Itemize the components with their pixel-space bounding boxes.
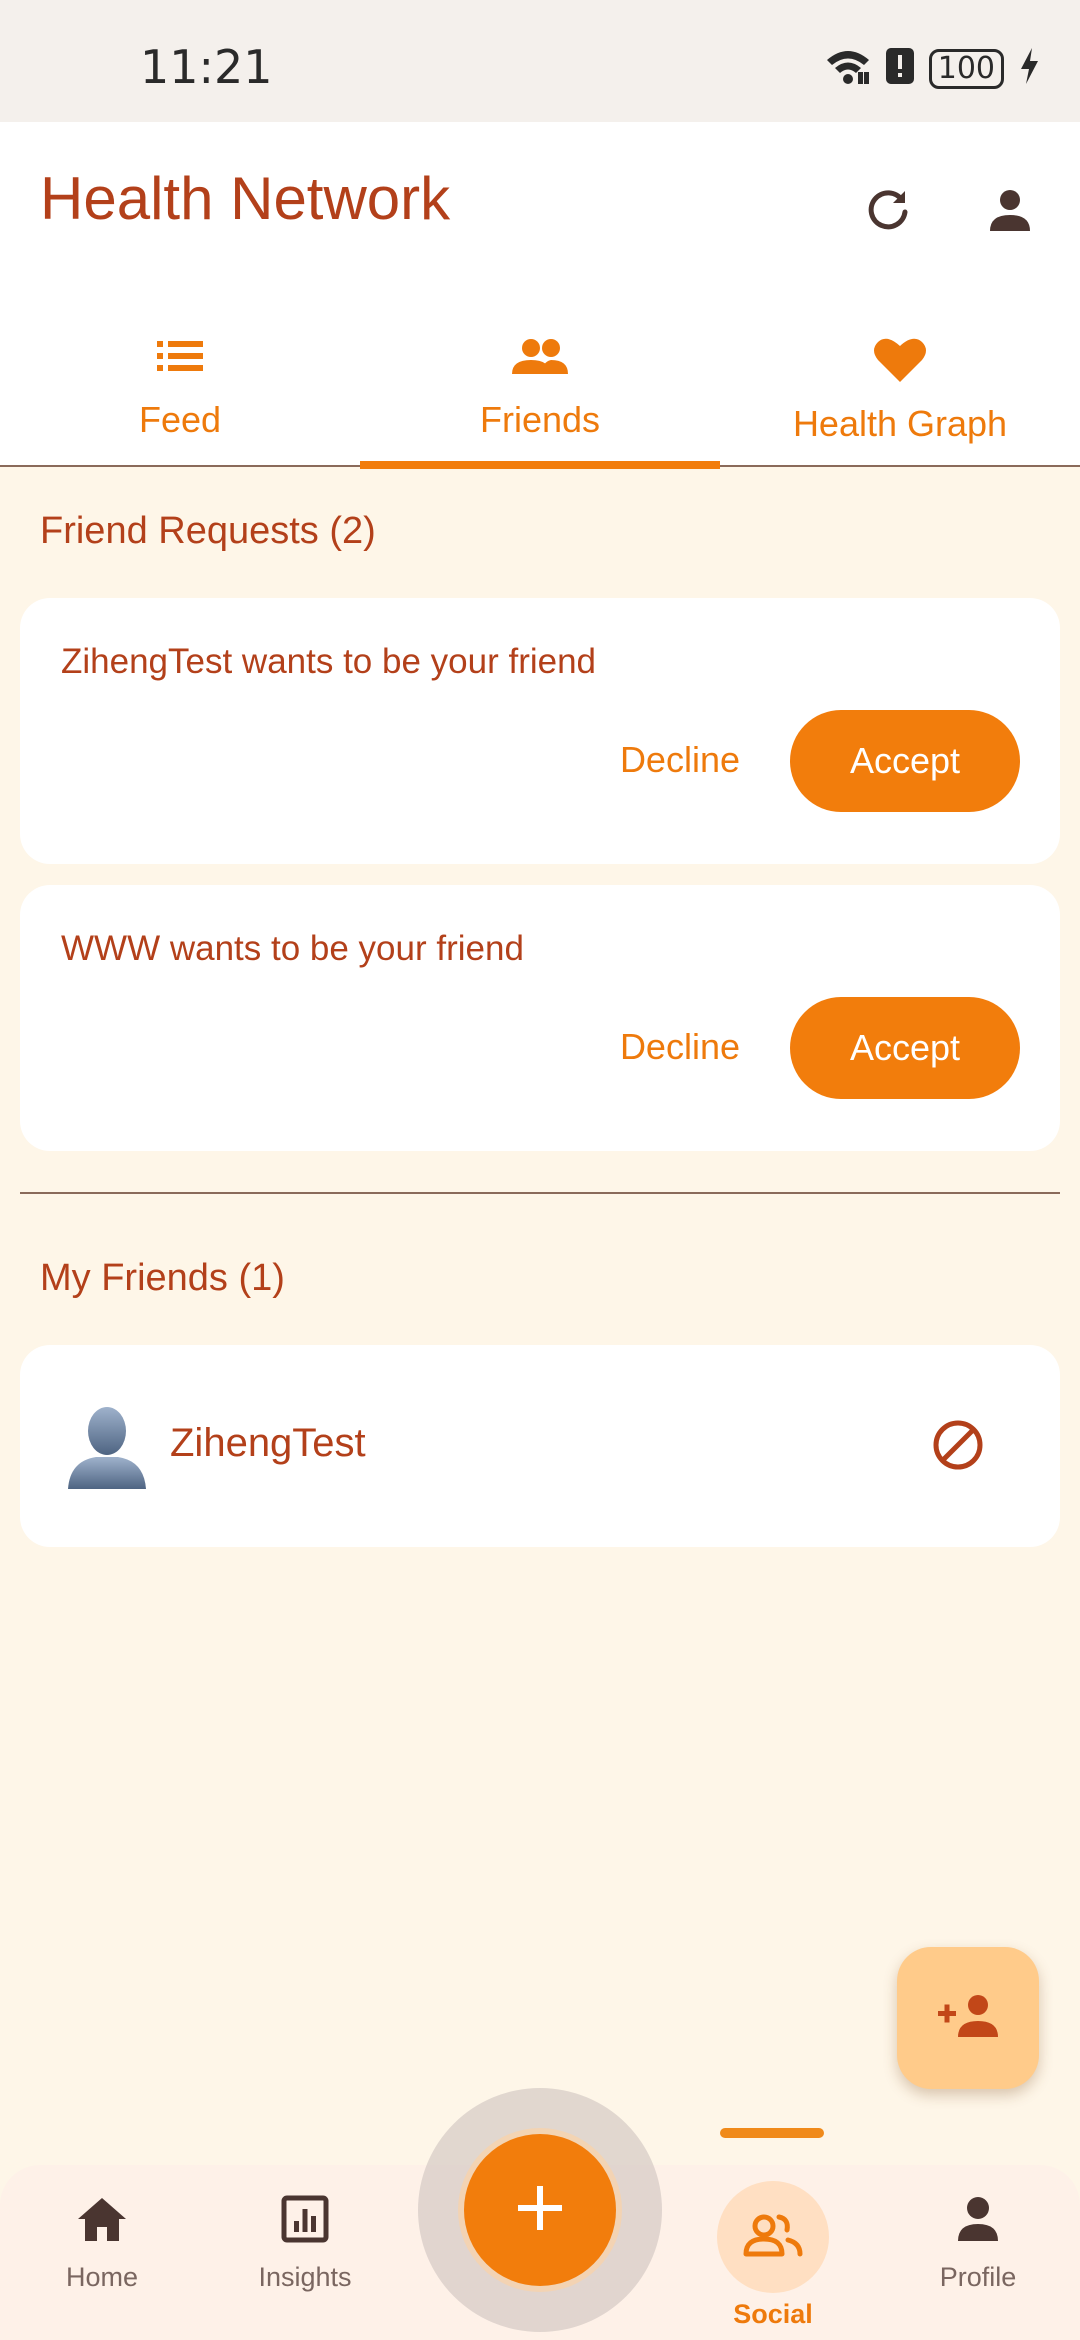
battery-level: 100 (937, 51, 995, 86)
add-entry-button[interactable] (464, 2134, 616, 2286)
tab-label: Health Graph (792, 403, 1008, 444)
page-title: Health Network (40, 165, 451, 232)
wifi-icon (825, 46, 871, 91)
friend-requests-title: Friend Requests (2) (40, 510, 376, 552)
friend-request-card: WWW wants to be your friend Decline Acce… (20, 885, 1060, 1151)
status-icons: 100 (825, 46, 1040, 91)
nav-label: Home (65, 2262, 139, 2292)
avatar (64, 1403, 150, 1489)
friend-request-card: ZihengTest wants to be your friend Decli… (20, 598, 1060, 864)
section-divider (20, 1192, 1060, 1194)
nav-label: Insights (258, 2262, 352, 2292)
accept-button[interactable]: Accept (790, 710, 1020, 812)
charging-icon (1018, 46, 1040, 91)
tab-friends[interactable]: Friends (360, 310, 720, 469)
home-icon (76, 2195, 128, 2248)
people-icon (510, 336, 570, 381)
insights-icon (281, 2195, 329, 2248)
block-friend-button[interactable] (928, 1417, 988, 1477)
account-button[interactable] (972, 174, 1048, 250)
refresh-button[interactable] (850, 174, 926, 250)
status-bar: 11:21 100 (0, 0, 1080, 122)
nav-social[interactable]: Social (673, 2165, 873, 2340)
heart-icon (872, 336, 928, 389)
add-friend-button[interactable] (897, 1947, 1039, 2089)
friend-list-item[interactable]: ZihengTest (20, 1345, 1060, 1547)
home-indicator (720, 2128, 824, 2138)
tab-label: Friends (479, 399, 601, 440)
tab-health-graph[interactable]: Health Graph (720, 310, 1080, 467)
refresh-icon (864, 186, 912, 239)
request-text: ZihengTest wants to be your friend (61, 642, 597, 681)
nav-home[interactable]: Home (2, 2165, 202, 2340)
account-icon (987, 187, 1033, 238)
app-bar: Health Network Feed Friends Health Graph (0, 122, 1080, 469)
decline-button[interactable]: Decline (620, 997, 740, 1097)
alert-icon (885, 46, 915, 91)
social-icon (742, 2213, 804, 2262)
person-add-icon (936, 1991, 1000, 2046)
accept-button[interactable]: Accept (790, 997, 1020, 1099)
request-text: WWW wants to be your friend (61, 929, 524, 968)
active-indicator (717, 2181, 829, 2293)
friend-name: ZihengTest (170, 1421, 366, 1465)
nav-insights[interactable]: Insights (205, 2165, 405, 2340)
battery-icon: 100 (928, 48, 1004, 89)
plus-icon (516, 2184, 564, 2237)
my-friends-title: My Friends (1) (40, 1257, 285, 1299)
list-icon (155, 336, 205, 381)
decline-button[interactable]: Decline (620, 710, 740, 810)
nav-profile[interactable]: Profile (878, 2165, 1078, 2340)
nav-label: Profile (939, 2262, 1017, 2292)
status-time: 11:21 (140, 40, 273, 94)
nav-label: Social (733, 2299, 813, 2329)
tab-bar: Feed Friends Health Graph (0, 310, 1080, 469)
tab-label: Feed (138, 399, 222, 440)
block-icon (931, 1418, 985, 1477)
person-icon (955, 2195, 1001, 2248)
tab-feed[interactable]: Feed (0, 310, 360, 467)
